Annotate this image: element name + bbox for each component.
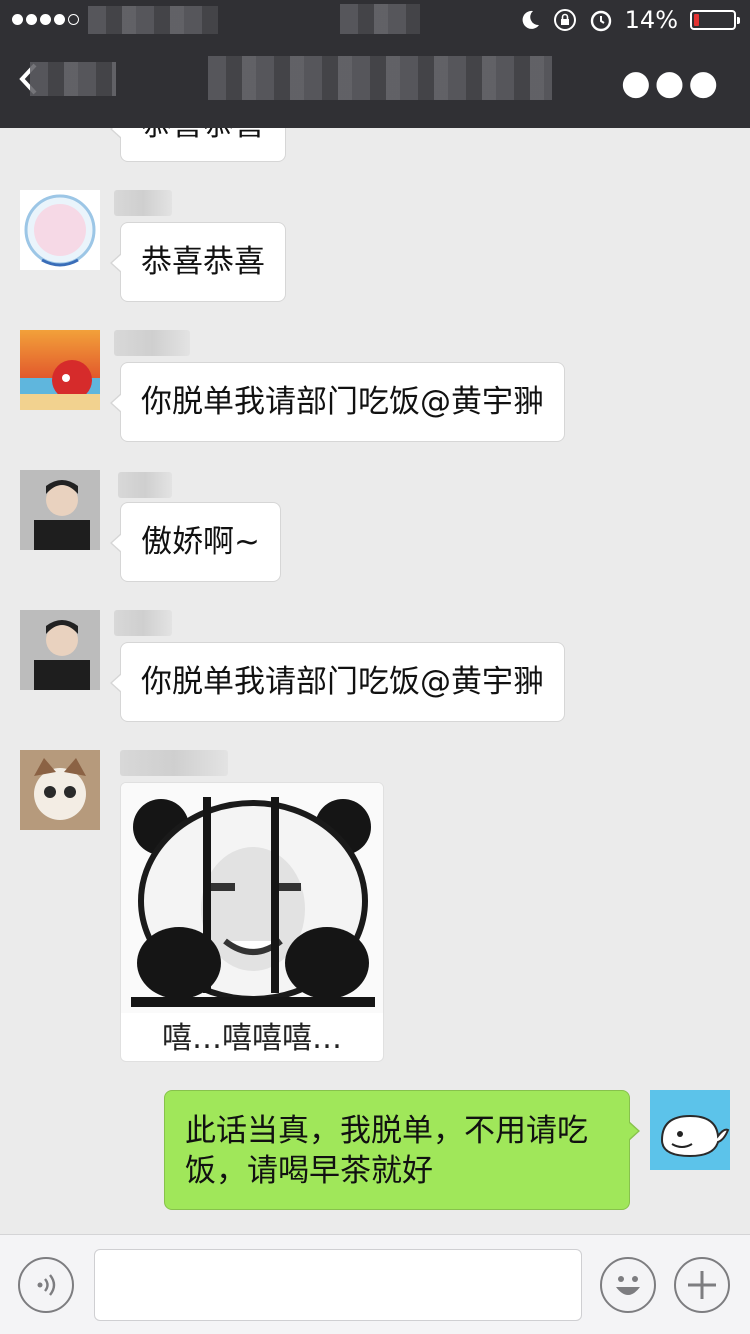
emoji-button[interactable] (600, 1257, 656, 1313)
sender-name-blurred (114, 190, 172, 216)
message-text: 恭喜恭喜 (141, 244, 265, 280)
message-input[interactable] (94, 1249, 582, 1321)
status-bar: 14% (0, 0, 750, 40)
message-bubble[interactable]: 恭喜恭喜 (110, 222, 286, 302)
more-options-button[interactable]: ●●● (621, 66, 722, 100)
panda-meme-image (121, 783, 383, 1013)
message-bubble[interactable]: 你脱单我请部门吃饭@黄宇翀 (110, 362, 565, 442)
avatar[interactable] (20, 330, 100, 410)
voice-button[interactable] (18, 1257, 74, 1313)
message-text: 你脱单我请部门吃饭@黄宇翀 (141, 384, 544, 420)
sender-name-blurred (114, 610, 172, 636)
input-bar (0, 1234, 750, 1334)
message-text: 此话当真，我脱单，不用请吃饭，请喝早茶就好 (185, 1113, 588, 1189)
top-bar: 14% ●●● (0, 0, 750, 128)
message-bubble[interactable]: 傲娇啊~ (110, 502, 281, 582)
avatar[interactable] (20, 470, 100, 550)
message-text: 傲娇啊~ (141, 524, 260, 560)
add-more-button[interactable] (674, 1257, 730, 1313)
message-bubble[interactable]: 你脱单我请部门吃饭@黄宇翀 (110, 642, 565, 722)
my-avatar[interactable] (650, 1090, 730, 1170)
battery-percent: 14% (624, 6, 678, 34)
sticker-caption: 嘻…嘻嘻嘻… (162, 1021, 342, 1056)
sticker-message[interactable]: 嘻…嘻嘻嘻… (120, 782, 384, 1062)
carrier-blurred (88, 6, 218, 34)
voice-icon (37, 1274, 56, 1296)
moon-icon (522, 10, 539, 29)
avatar[interactable] (20, 750, 100, 830)
smiley-icon (616, 1276, 640, 1295)
chat-area[interactable]: 恭喜恭喜 恭喜恭喜 你脱单我请部门吃饭@黄宇翀 傲娇啊~ 你脱单我请部门吃饭@黄… (0, 128, 750, 1234)
sender-name-blurred (120, 750, 228, 776)
sender-name-blurred (114, 330, 190, 356)
message-bubble[interactable]: 恭喜恭喜 (110, 128, 286, 162)
chat-title-blurred (208, 56, 552, 100)
plus-icon (688, 1271, 716, 1299)
message-text: 恭喜恭喜 (141, 128, 265, 142)
avatar[interactable] (20, 190, 100, 270)
battery-icon (690, 10, 740, 30)
message-text: 你脱单我请部门吃饭@黄宇翀 (141, 664, 544, 700)
alarm-icon (590, 10, 611, 32)
time-blurred (340, 4, 420, 34)
rotation-lock-icon (553, 9, 576, 31)
avatar[interactable] (20, 610, 100, 690)
whale-icon (650, 1090, 730, 1170)
signal-strength-icon (12, 14, 79, 25)
sender-name-blurred (118, 472, 172, 498)
my-message-bubble[interactable]: 此话当真，我脱单，不用请吃饭，请喝早茶就好 (164, 1090, 640, 1210)
back-label-blurred (30, 62, 116, 96)
